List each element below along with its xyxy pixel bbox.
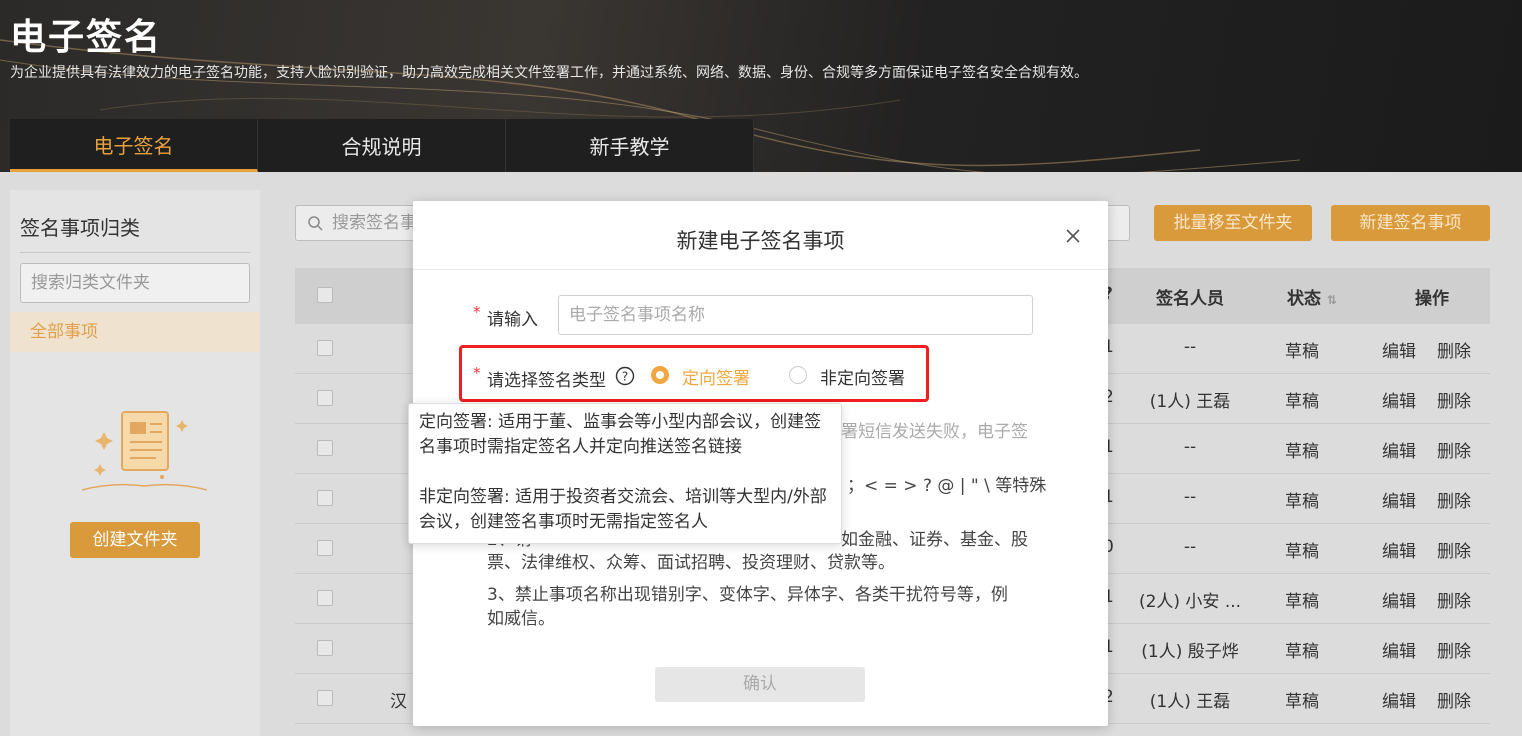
row-edit-link[interactable]: 编辑 <box>1382 387 1416 412</box>
new-item-button[interactable]: 新建签名事项 <box>1331 205 1490 241</box>
row-signers: (1人) 王磊 <box>1149 692 1231 712</box>
tooltip-directed: 定向签署: 适用于董、监事会等小型内部会议，创建签名事项时需指定签名人并定向推送… <box>419 412 822 457</box>
row-status: 草稿 <box>1285 492 1319 512</box>
row-signers: (1人) 王磊 <box>1149 392 1231 412</box>
sign-type-label: 请选择签名类型 <box>487 371 606 391</box>
row-delete-link[interactable]: 删除 <box>1437 387 1471 412</box>
dialog-title: 新建电子签名事项 <box>676 229 845 253</box>
tab-esign[interactable]: 电子签名 <box>10 119 258 172</box>
page-description: 为企业提供具有法律效力的电子签名功能，支持人脸识别验证，助力高效完成相关文件签署… <box>10 65 1088 81</box>
row-signers: -- <box>1183 537 1197 557</box>
row-edit-link[interactable]: 编辑 <box>1382 587 1416 612</box>
row-status: 草稿 <box>1285 392 1319 412</box>
svg-text:?: ? <box>622 370 628 384</box>
page-title: 电子签名 <box>10 17 163 58</box>
dialog-divider <box>413 269 1108 270</box>
sign-type-tooltip: 定向签署: 适用于董、监事会等小型内部会议，创建签名事项时需指定签名人并定向推送… <box>408 403 842 544</box>
note-line3: 如金融、证券、基金、股 <box>841 530 1028 550</box>
required-mark: * <box>473 364 481 382</box>
row-checkbox[interactable] <box>317 590 333 606</box>
row-status: 草稿 <box>1285 692 1319 712</box>
row-edit-link[interactable]: 编辑 <box>1382 487 1416 512</box>
row-checkbox[interactable] <box>317 490 333 506</box>
select-all-checkbox[interactable] <box>317 287 333 303</box>
sidebar-item-all[interactable]: 全部事项 <box>10 312 260 352</box>
item-name-input[interactable]: 电子签名事项名称 <box>558 295 1033 335</box>
sidebar-divider <box>20 252 250 253</box>
row-checkbox[interactable] <box>317 390 333 406</box>
row-checkbox[interactable] <box>317 640 333 656</box>
row-status: 草稿 <box>1285 342 1319 362</box>
radio-directed[interactable] <box>651 366 669 384</box>
row-edit-link[interactable]: 编辑 <box>1382 337 1416 362</box>
row-signers: -- <box>1183 337 1197 357</box>
row-status: 草稿 <box>1285 442 1319 462</box>
row-signers: -- <box>1183 487 1197 507</box>
option-directed-label[interactable]: 定向签署 <box>682 364 750 389</box>
row-title-fragment: 汉 <box>390 692 407 712</box>
option-undirected-label[interactable]: 非定向签署 <box>820 364 905 389</box>
confirm-button[interactable]: 确认 <box>655 667 865 702</box>
note-line2: ；< = > ? @ | " \ 等特殊 <box>847 476 1047 496</box>
help-icon[interactable]: ? <box>615 366 635 386</box>
note-line6: 如威信。 <box>487 609 555 629</box>
filter-select[interactable] <box>1108 205 1130 241</box>
row-edit-link[interactable]: 编辑 <box>1382 537 1416 562</box>
row-checkbox[interactable] <box>317 340 333 356</box>
create-folder-button[interactable]: 创建文件夹 <box>70 522 200 558</box>
page-header: 电子签名 为企业提供具有法律效力的电子签名功能，支持人脸识别验证，助力高效完成相… <box>0 0 1522 172</box>
row-signers: (2人) 小安 ... <box>1138 592 1242 612</box>
item-search-input[interactable]: 搜索签名事项 <box>295 205 425 241</box>
note-line1: 署短信发送失败，电子签 <box>841 422 1028 442</box>
row-edit-link[interactable]: 编辑 <box>1382 637 1416 662</box>
empty-folder-illustration <box>82 411 207 491</box>
note-line4: 票、法律维权、众筹、面试招聘、投资理财、贷款等。 <box>487 553 895 573</box>
row-checkbox[interactable] <box>317 440 333 456</box>
name-label: 请输入 <box>487 310 538 330</box>
row-delete-link[interactable]: 删除 <box>1437 537 1471 562</box>
row-delete-link[interactable]: 删除 <box>1437 487 1471 512</box>
row-status: 草稿 <box>1285 642 1319 662</box>
close-icon[interactable] <box>1064 227 1082 245</box>
tab-tutorial[interactable]: 新手教学 <box>506 119 754 172</box>
row-edit-link[interactable]: 编辑 <box>1382 687 1416 712</box>
sidebar: 签名事项归类 搜索归类文件夹 全部事项 创建文件夹 <box>10 190 260 736</box>
search-icon <box>308 216 323 231</box>
row-delete-link[interactable]: 删除 <box>1437 637 1471 662</box>
row-delete-link[interactable]: 删除 <box>1437 437 1471 462</box>
radio-undirected[interactable] <box>789 366 807 384</box>
row-delete-link[interactable]: 删除 <box>1437 687 1471 712</box>
sort-icon[interactable]: ⇅ <box>1327 293 1337 307</box>
search-placeholder: 搜索签名事项 <box>332 213 425 233</box>
row-checkbox[interactable] <box>317 690 333 706</box>
row-edit-link[interactable]: 编辑 <box>1382 437 1416 462</box>
main-tabs: 电子签名 合规说明 新手教学 <box>10 119 754 172</box>
header-status[interactable]: 状态 ⇅ <box>1287 284 1337 309</box>
row-delete-link[interactable]: 删除 <box>1437 587 1471 612</box>
tooltip-undirected: 非定向签署: 适用于投资者交流会、培训等大型内/外部会议，创建签名事项时无需指定… <box>419 487 827 532</box>
row-status: 草稿 <box>1285 592 1319 612</box>
header-signers: 签名人员 <box>1156 289 1224 309</box>
required-mark: * <box>473 303 481 321</box>
tab-compliance[interactable]: 合规说明 <box>258 119 506 172</box>
note-line5: 3、禁止事项名称出现错别字、变体字、异体字、各类干扰符号等，例 <box>487 585 1008 605</box>
folder-search-input[interactable]: 搜索归类文件夹 <box>20 263 250 303</box>
header-actions: 操作 <box>1415 289 1449 309</box>
row-signers: -- <box>1183 437 1197 457</box>
row-delete-link[interactable]: 删除 <box>1437 337 1471 362</box>
row-signers: (1人) 殷子烨 <box>1141 642 1239 662</box>
batch-move-button[interactable]: 批量移至文件夹 <box>1154 205 1312 241</box>
row-checkbox[interactable] <box>317 540 333 556</box>
row-status: 草稿 <box>1285 542 1319 562</box>
sidebar-title: 签名事项归类 <box>20 216 140 240</box>
